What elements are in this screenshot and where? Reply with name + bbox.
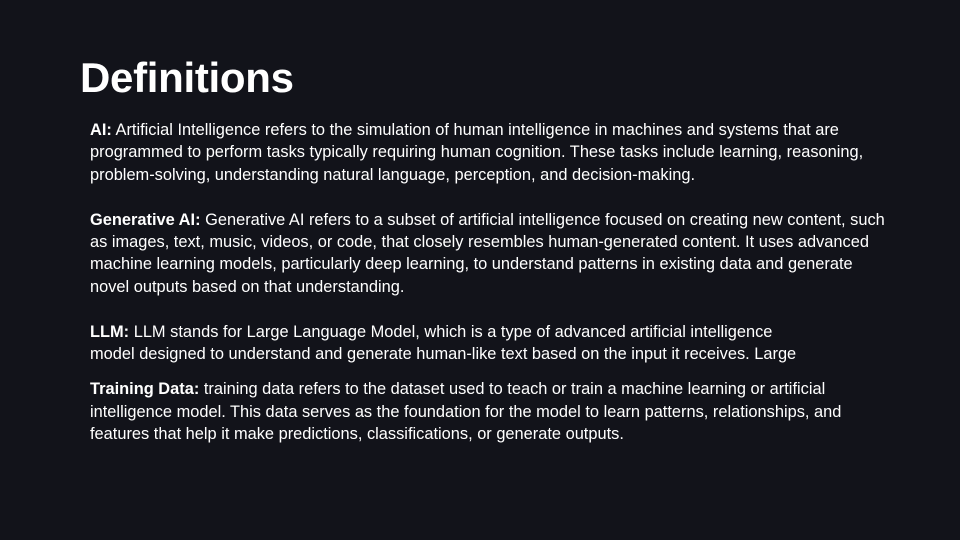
definition-term: Generative AI: — [90, 210, 201, 229]
definitions-list: AI: Artificial Intelligence refers to th… — [90, 119, 890, 468]
definition-text: Generative AI refers to a subset of arti… — [90, 210, 885, 296]
definition-text-line-1: LLM stands for Large Language Model, whi… — [133, 322, 773, 341]
definition-llm: LLM: LLM stands for Large Language Model… — [90, 321, 890, 366]
slide-title: Definitions — [80, 54, 294, 101]
slide: Definitions AI: Artificial Intelligence … — [0, 0, 960, 540]
definition-term: AI: — [90, 121, 112, 139]
definition-term: LLM: — [90, 322, 130, 341]
definition-ai: AI: Artificial Intelligence refers to th… — [90, 119, 890, 186]
definition-text: training data refers to the dataset used… — [90, 380, 842, 444]
definition-term: Training Data: — [90, 380, 200, 399]
definition-generative-ai: Generative AI: Generative AI refers to a… — [90, 209, 890, 299]
definition-text-line-2: model designed to understand and generat… — [90, 345, 797, 364]
definition-training-data: Training Data: training data refers to t… — [90, 378, 890, 445]
definition-text: Artificial Intelligence refers to the si… — [90, 121, 864, 184]
